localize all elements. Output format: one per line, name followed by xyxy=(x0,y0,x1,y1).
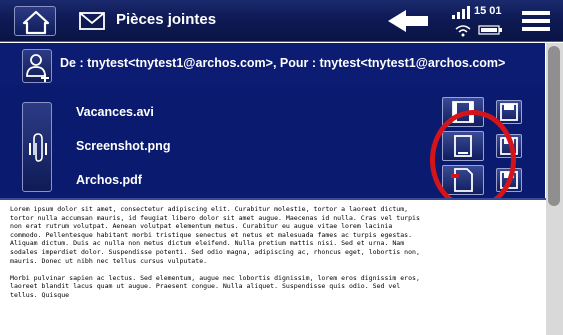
save-icon xyxy=(500,103,518,121)
attachment-button[interactable] xyxy=(22,102,52,192)
add-contact-icon xyxy=(26,54,49,82)
home-button[interactable] xyxy=(14,6,56,36)
menu-icon[interactable] xyxy=(516,6,556,36)
back-arrow-icon[interactable] xyxy=(384,6,432,36)
sender-recipient-line: De : tnytest<tnytest1@archos.com>, Pour … xyxy=(60,56,506,70)
page-title: Pièces jointes xyxy=(116,11,217,28)
body-paragraph: Lorem ipsum dolor sit amet, consectetur … xyxy=(10,205,420,265)
attachment-name[interactable]: Screenshot.png xyxy=(76,139,170,153)
message-body-text: Lorem ipsum dolor sit amet, consectetur … xyxy=(10,205,426,308)
wifi-icon xyxy=(455,25,471,37)
top-bar: Pièces jointes 15 01 xyxy=(0,0,563,42)
scrollbar-thumb[interactable] xyxy=(548,46,560,206)
attachment-name[interactable]: Vacances.avi xyxy=(76,105,154,119)
home-icon xyxy=(22,10,50,35)
sender-row: De : tnytest<tnytest1@archos.com>, Pour … xyxy=(0,43,545,85)
paperclip-icon xyxy=(29,133,47,162)
contact-button[interactable] xyxy=(22,49,52,83)
body-paragraph: Morbi pulvinar sapien ac lectus. Sed ele… xyxy=(10,273,420,299)
attachment-name[interactable]: Archos.pdf xyxy=(76,173,142,187)
highlight-circle xyxy=(430,110,516,210)
status-area: 15 01 xyxy=(450,3,510,39)
signal-icon xyxy=(452,6,470,19)
envelope-icon xyxy=(79,12,105,30)
battery-icon xyxy=(478,25,502,35)
message-body: Lorem ipsum dolor sit amet, consectetur … xyxy=(0,198,546,335)
clock: 15 01 xyxy=(474,5,502,17)
